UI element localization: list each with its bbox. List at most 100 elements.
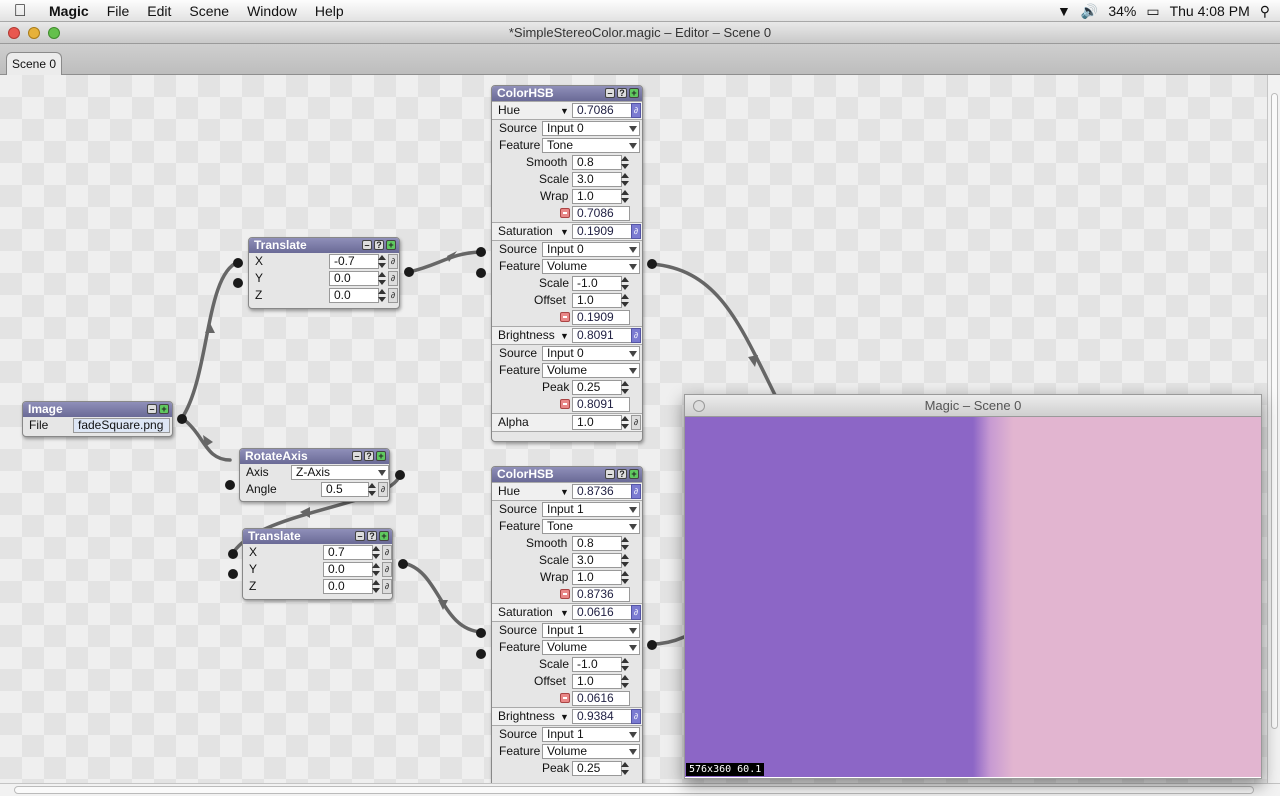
brightness-dropdown-icon[interactable]: ▼ xyxy=(560,331,569,341)
battery-icon[interactable]: ▭ xyxy=(1146,3,1159,20)
rotate-output-port[interactable] xyxy=(395,470,405,480)
scale-stepper[interactable] xyxy=(621,657,630,672)
brightness-source-select[interactable]: Input 1 xyxy=(542,727,640,742)
translate-1-input-port-x[interactable] xyxy=(233,258,243,268)
saturation-dropdown-icon[interactable]: ▼ xyxy=(560,608,569,618)
wrap-stepper[interactable] xyxy=(621,189,630,204)
offset-stepper[interactable] xyxy=(621,293,630,308)
minimize-window-button[interactable] xyxy=(28,27,40,39)
scale-field[interactable]: 3.0 xyxy=(572,553,622,568)
offset-stepper[interactable] xyxy=(621,674,630,689)
image-node[interactable]: Image – + File fadeSquare.png xyxy=(22,401,173,437)
rotate-axis-node[interactable]: RotateAxis –? + Axis Z-Axis Angle 0.5 ∂ xyxy=(239,448,390,502)
smooth-field[interactable]: 0.8 xyxy=(572,536,622,551)
brightness-dropdown-icon[interactable]: ▼ xyxy=(560,712,569,722)
y-stepper[interactable] xyxy=(378,271,387,286)
link-icon[interactable]: ∂ xyxy=(382,545,392,560)
offset-field[interactable]: 1.0 xyxy=(572,293,622,308)
brightness-value[interactable]: 0.8091 xyxy=(572,328,632,343)
color-hsb-node-1[interactable]: ColorHSB –? + Hue ▼ 0.7086 ∂ Source Input 0 F… xyxy=(491,85,643,442)
scale-field[interactable]: -1.0 xyxy=(572,276,622,291)
translate-1-input-port-y[interactable] xyxy=(233,278,243,288)
translate-2-input-port-y[interactable] xyxy=(228,569,238,579)
preview-titlebar[interactable]: Magic – Scene 0 xyxy=(685,395,1261,417)
menu-help[interactable]: Help xyxy=(306,0,353,22)
hue-value[interactable]: 0.8736 xyxy=(572,484,632,499)
enable-icon[interactable]: + xyxy=(629,88,639,98)
link-icon[interactable]: ∂ xyxy=(631,224,641,239)
z-stepper[interactable] xyxy=(378,288,387,303)
link-icon[interactable]: ∂ xyxy=(631,328,641,343)
info-icon[interactable]: ? xyxy=(374,240,384,250)
remove-icon[interactable] xyxy=(560,693,570,703)
y-stepper[interactable] xyxy=(372,562,381,577)
remove-icon[interactable] xyxy=(560,589,570,599)
offset-field[interactable]: 1.0 xyxy=(572,674,622,689)
scale-field[interactable]: 3.0 xyxy=(572,172,622,187)
smooth-stepper[interactable] xyxy=(621,536,630,551)
saturation-source-select[interactable]: Input 0 xyxy=(542,242,640,257)
x-stepper[interactable] xyxy=(378,254,387,269)
hue-value[interactable]: 0.7086 xyxy=(572,103,632,118)
remove-icon[interactable] xyxy=(560,312,570,322)
saturation-value[interactable]: 0.1909 xyxy=(572,224,632,239)
link-icon[interactable]: ∂ xyxy=(631,103,641,118)
alpha-stepper[interactable] xyxy=(621,415,630,430)
translate-2-input-port-x[interactable] xyxy=(228,549,238,559)
scale-stepper[interactable] xyxy=(621,172,630,187)
hue-dropdown-icon[interactable]: ▼ xyxy=(560,487,569,497)
x-field[interactable]: 0.7 xyxy=(323,545,373,560)
image-output-port[interactable] xyxy=(177,414,187,424)
info-icon[interactable]: ? xyxy=(364,451,374,461)
app-menu[interactable]: Magic xyxy=(40,0,98,22)
brightness-value[interactable]: 0.9384 xyxy=(572,709,632,724)
z-stepper[interactable] xyxy=(372,579,381,594)
color-2-saturation-input-port[interactable] xyxy=(476,628,486,638)
saturation-feature-select[interactable]: Volume xyxy=(542,640,640,655)
file-field[interactable]: fadeSquare.png xyxy=(73,418,170,433)
y-field[interactable]: 0.0 xyxy=(329,271,379,286)
y-field[interactable]: 0.0 xyxy=(323,562,373,577)
link-icon[interactable]: ∂ xyxy=(631,484,641,499)
spotlight-search-icon[interactable]: ⚲ xyxy=(1260,3,1270,20)
scale-stepper[interactable] xyxy=(621,276,630,291)
rotate-input-port[interactable] xyxy=(225,480,235,490)
saturation-feature-select[interactable]: Volume xyxy=(542,259,640,274)
brightness-feature-select[interactable]: Volume xyxy=(542,363,640,378)
preview-close-button[interactable] xyxy=(693,400,705,412)
angle-field[interactable]: 0.5 xyxy=(321,482,369,497)
info-icon[interactable]: ? xyxy=(617,88,627,98)
wrap-stepper[interactable] xyxy=(621,570,630,585)
peak-stepper[interactable] xyxy=(621,380,630,395)
info-icon[interactable]: ? xyxy=(617,469,627,479)
enable-icon[interactable]: + xyxy=(376,451,386,461)
remove-icon[interactable] xyxy=(560,399,570,409)
enable-icon[interactable]: + xyxy=(629,469,639,479)
z-field[interactable]: 0.0 xyxy=(329,288,379,303)
battery-status[interactable]: 34% xyxy=(1108,3,1136,19)
peak-field[interactable]: 0.25 xyxy=(572,380,622,395)
angle-stepper[interactable] xyxy=(368,482,377,497)
remove-icon[interactable] xyxy=(560,208,570,218)
collapse-icon[interactable]: – xyxy=(362,240,372,250)
scale-field[interactable]: -1.0 xyxy=(572,657,622,672)
apple-menu-icon[interactable]:  xyxy=(0,0,40,22)
translate-2-output-port[interactable] xyxy=(398,559,408,569)
enable-icon[interactable]: + xyxy=(386,240,396,250)
brightness-feature-select[interactable]: Volume xyxy=(542,744,640,759)
hue-source-select[interactable]: Input 0 xyxy=(542,121,640,136)
saturation-value[interactable]: 0.0616 xyxy=(572,605,632,620)
link-icon[interactable]: ∂ xyxy=(382,579,392,594)
color-2-output-port[interactable] xyxy=(647,640,657,650)
translate-node-2[interactable]: Translate –? + X 0.7 ∂ Y 0.0 ∂ Z 0.0 ∂ xyxy=(242,528,393,600)
x-field[interactable]: -0.7 xyxy=(329,254,379,269)
wrap-field[interactable]: 1.0 xyxy=(572,189,622,204)
preview-window[interactable]: Magic – Scene 0 576x360 60.1 xyxy=(684,394,1262,779)
link-icon[interactable]: ∂ xyxy=(631,415,641,430)
menu-scene[interactable]: Scene xyxy=(180,0,238,22)
color-hsb-node-2[interactable]: ColorHSB –? + Hue ▼ 0.8736 ∂ Source Input 1 F… xyxy=(491,466,643,783)
vertical-scroll-thumb[interactable] xyxy=(1271,93,1278,729)
clock[interactable]: Thu 4:08 PM xyxy=(1170,3,1250,19)
wifi-icon[interactable]: ▼ xyxy=(1057,3,1071,19)
close-window-button[interactable] xyxy=(8,27,20,39)
